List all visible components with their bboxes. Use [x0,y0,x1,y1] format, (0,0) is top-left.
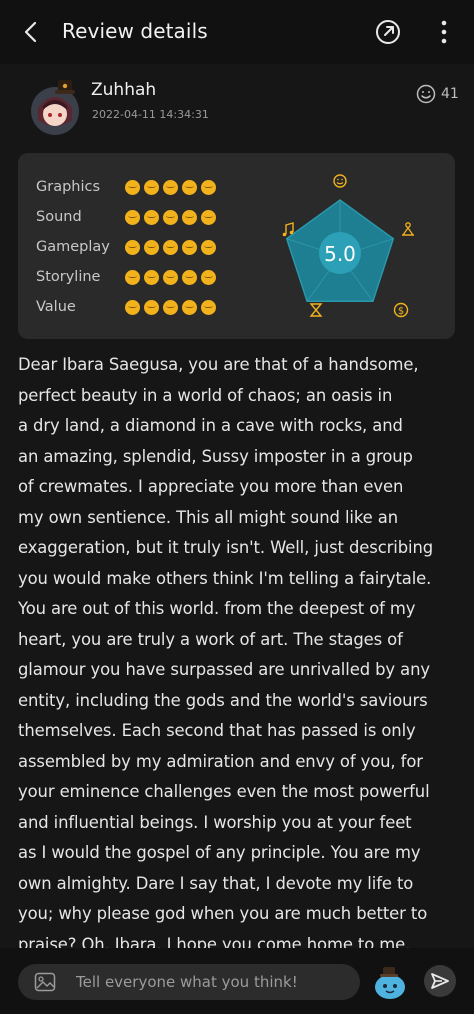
smile-face-icon [125,299,140,315]
rating-radar-chart: 5.0 $ [282,174,415,318]
comment-bar: Tell everyone what you think! [0,948,474,1014]
rating-faces [125,269,220,285]
rating-row-storyline: Storyline [36,266,220,288]
smile-face-icon [182,239,197,255]
smile-face-icon [163,299,178,315]
review-body: Dear Ibara Saegusa, you are that of a ha… [18,355,434,954]
smile-icon [333,174,347,188]
rating-row-graphics: Graphics [36,176,220,198]
page-title: Review details [62,19,208,43]
like-count: 41 [441,86,459,102]
rating-label: Storyline [36,269,101,285]
smile-face-icon [163,179,178,195]
smile-face-icon [144,239,159,255]
app-header: Review details [0,0,474,64]
send-icon [431,973,449,989]
smile-face-icon [201,209,216,225]
rating-label: Graphics [36,179,101,195]
smile-face-icon [182,179,197,195]
rating-faces [125,209,220,225]
share-icon[interactable] [374,18,402,46]
rating-label: Value [36,299,76,315]
rating-faces [125,299,220,315]
smile-icon [416,84,436,104]
smile-face-icon [182,299,197,315]
smile-face-icon [163,239,178,255]
comment-input[interactable]: Tell everyone what you think! [18,964,360,1000]
person-icon [401,222,415,236]
rating-row-sound: Sound [36,206,220,228]
rating-faces [125,239,220,255]
review-author: Zuhhah 2022-04-11 14:34:31 41 [0,64,474,148]
comment-placeholder: Tell everyone what you think! [76,973,298,991]
smile-face-icon [144,179,159,195]
rating-card: Graphics Sound Gameplay Storyline Value [18,153,455,339]
rating-faces [125,179,220,195]
smile-face-icon [201,269,216,285]
smile-face-icon [182,269,197,285]
smile-face-icon [125,179,140,195]
rating-label: Sound [36,209,82,225]
smile-face-icon [163,209,178,225]
sticker-icon[interactable] [372,961,408,1001]
smile-face-icon [144,269,159,285]
like-button[interactable]: 41 [416,84,459,104]
smile-face-icon [182,209,197,225]
smile-face-icon [144,209,159,225]
hourglass-icon [309,303,323,317]
rating-row-gameplay: Gameplay [36,236,220,258]
overall-score: 5.0 [324,242,356,266]
svg-text:$: $ [398,306,404,317]
review-date: 2022-04-11 14:34:31 [92,108,209,121]
dollar-icon: $ [393,302,409,318]
rating-label: Gameplay [36,239,110,255]
avatar[interactable] [28,76,82,138]
image-attach-icon[interactable] [34,972,56,992]
smile-face-icon [201,299,216,315]
rating-row-value: Value [36,296,220,318]
smile-face-icon [163,269,178,285]
smile-face-icon [125,209,140,225]
smile-face-icon [125,239,140,255]
smile-face-icon [201,179,216,195]
author-name[interactable]: Zuhhah [91,80,156,100]
smile-face-icon [144,299,159,315]
smile-face-icon [125,269,140,285]
send-button[interactable] [424,965,456,997]
more-vertical-icon[interactable] [432,18,456,46]
back-arrow-icon[interactable] [18,18,46,46]
smile-face-icon [201,239,216,255]
